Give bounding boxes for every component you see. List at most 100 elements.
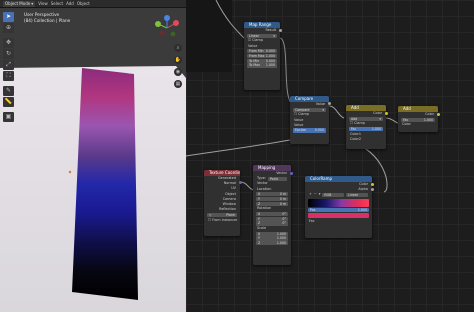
field-value: 1.000 (276, 241, 286, 246)
fac-field[interactable]: Fac 1.000 (349, 127, 383, 132)
to-min-field[interactable]: To Min 0.000 (247, 58, 277, 63)
chevron-down-icon: ▾ (322, 107, 324, 112)
field-label: Fac (403, 117, 409, 122)
z-axis-icon[interactable] (164, 15, 170, 21)
field-value: 0° (282, 212, 286, 216)
cursor-icon[interactable]: ⊕ (3, 23, 14, 33)
output-color-label: Color (373, 111, 382, 115)
location-z-field[interactable]: Z 0 m (256, 201, 288, 206)
viewport-header: Object Mode ▾ View Select Add Object (0, 0, 186, 8)
3d-viewport[interactable]: User Perspective (84) Collection | Plane… (0, 8, 186, 312)
rotate-icon[interactable]: ↻ (3, 49, 14, 59)
measure-icon[interactable]: 📏 (3, 97, 14, 107)
input-value-label: Value (248, 43, 258, 48)
clamp-checkbox[interactable]: ☐ Clamp (350, 121, 365, 126)
to-max-field[interactable]: To Max 1.000 (247, 63, 277, 68)
socket-icon[interactable] (238, 181, 242, 184)
type-dropdown[interactable]: Point (267, 176, 287, 181)
node-mix-add[interactable]: Add Color Add ▾ ☐ Clamp Fac 1.000 Color1 C… (346, 105, 386, 149)
output-reflection-label: Reflection (219, 207, 236, 212)
rotation-z-field[interactable]: Z 0° (256, 221, 288, 226)
socket-icon[interactable] (278, 29, 282, 32)
mode-dropdown[interactable]: Object Mode ▾ (3, 0, 36, 7)
y-axis-icon[interactable] (155, 21, 161, 27)
field-value: 1.000 (371, 127, 381, 132)
node-map-range[interactable]: Map Range Result Linear ▾ ☑ Clamp Value F… (244, 22, 280, 90)
socket-icon[interactable] (436, 113, 440, 116)
field-label: Z (258, 221, 261, 226)
field-label: From Max (249, 53, 265, 58)
from-max-field[interactable]: From Max 1.000 (247, 53, 277, 59)
blend-value: Add (351, 116, 358, 121)
field-value: 0.000 (265, 58, 275, 63)
operation-value: Compare (295, 107, 310, 112)
scale-y-field[interactable]: Y 1.000 (256, 236, 288, 241)
menu-object[interactable]: Object (77, 1, 90, 7)
node-texture-coordinate[interactable]: Texture Coordinate Generated Normal UV O… (204, 170, 240, 236)
input-value-label: Value (294, 122, 304, 127)
socket-icon[interactable] (327, 102, 331, 105)
menu-select[interactable]: Select (51, 1, 63, 7)
viewport-info: User Perspective (84) Collection | Plane (24, 12, 70, 24)
field-value: 0° (282, 221, 286, 226)
ramp-menu-icon[interactable]: ▾ (319, 192, 321, 197)
move-icon[interactable]: ✥ (3, 38, 14, 48)
socket-icon[interactable] (370, 188, 374, 191)
object-field[interactable]: ▽ Plane (207, 212, 237, 217)
color-mode-value: RGB (324, 192, 332, 197)
stop-position-field[interactable]: Pos 1.000 (308, 207, 369, 212)
scale-x-field[interactable]: X 1.000 (256, 231, 288, 236)
pan-hand-icon[interactable]: ✋ (174, 56, 182, 64)
epsilon-field[interactable]: Epsilon 0.000 (293, 128, 326, 133)
node-mix-add-2[interactable]: Add Color Fac 1.000 Color (398, 106, 438, 132)
fac-field[interactable]: Fac 1.000 (401, 117, 435, 122)
gradient-strip (72, 68, 138, 300)
neg-x-axis-icon[interactable] (159, 30, 165, 36)
clamp-label: Clamp (298, 112, 309, 117)
socket-icon[interactable] (289, 172, 293, 175)
location-y-field[interactable]: Y 0 m (256, 196, 288, 202)
interpolation-value: Linear (348, 192, 359, 197)
socket-icon[interactable] (384, 112, 388, 115)
camera-icon[interactable]: ◉ (174, 68, 182, 76)
rotation-x-field[interactable]: X 0° (256, 212, 288, 217)
location-x-field[interactable]: X 0 m (256, 192, 288, 197)
menu-view[interactable]: View (38, 1, 48, 7)
annotate-icon[interactable]: ✎ (3, 86, 14, 96)
location-label: Location (257, 186, 272, 191)
field-label: Y (258, 216, 260, 221)
field-value: 1.000 (423, 117, 433, 122)
from-instancer-checkbox[interactable]: ☐ From Instancer (208, 218, 237, 223)
node-editor[interactable]: Map Range Result Linear ▾ ☑ Clamp Value F… (186, 0, 474, 312)
menu-add[interactable]: Add (66, 1, 74, 7)
navigation-gizmo[interactable] (152, 14, 182, 40)
color-ramp-bar[interactable] (308, 198, 369, 207)
node-color-ramp[interactable]: ColorRamp Color Alpha + − ▾ RGB Linear P… (305, 176, 372, 238)
stop-color-swatch[interactable] (308, 212, 369, 218)
remove-stop-icon[interactable]: − (314, 192, 317, 197)
rotation-y-field[interactable]: Y 0° (256, 216, 288, 221)
add-cube-icon[interactable]: ▣ (3, 112, 14, 122)
interpolation-dropdown[interactable]: Linear (346, 192, 369, 198)
color-mode-dropdown[interactable]: RGB (322, 192, 345, 198)
blend-dropdown[interactable]: Add ▾ (349, 116, 383, 121)
select-icon[interactable]: ➤ (3, 12, 14, 22)
field-value: 1.000 (357, 207, 367, 212)
field-label: To Max (249, 63, 260, 68)
node-compare[interactable]: Compare Value Compare ▾ ☐ Clamp Value Val… (290, 96, 329, 144)
scale-icon[interactable]: ⤢ (3, 60, 14, 70)
zoom-icon[interactable]: ⌕ (174, 44, 182, 52)
transform-icon[interactable]: ⛶ (3, 71, 14, 81)
x-axis-icon[interactable] (173, 20, 179, 26)
from-min-field[interactable]: From Min 0.000 (247, 49, 277, 54)
neg-y-axis-icon[interactable] (170, 31, 176, 37)
field-label: Epsilon (295, 128, 307, 133)
collection-label: (84) Collection | Plane (24, 18, 71, 23)
operation-dropdown[interactable]: Compare ▾ (293, 107, 326, 112)
add-stop-icon[interactable]: + (309, 192, 312, 197)
node-mapping[interactable]: Mapping Vector Type: Point Vector Locatio… (253, 165, 291, 265)
grid-icon[interactable]: ▦ (174, 80, 182, 88)
socket-icon[interactable] (370, 183, 374, 186)
scale-z-field[interactable]: Z 1.000 (256, 241, 288, 246)
mode-dropdown[interactable]: Linear ▾ (247, 33, 277, 38)
